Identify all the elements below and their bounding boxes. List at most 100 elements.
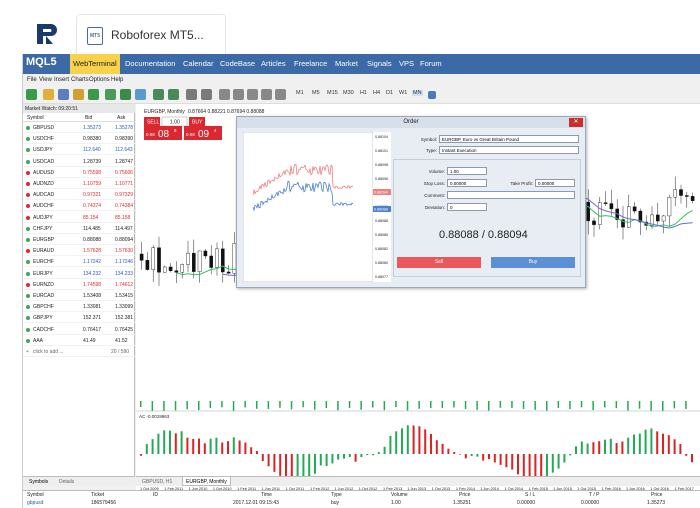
- market-watch-row[interactable]: USDCHF 0.98380 0.98390: [23, 134, 135, 145]
- profiles-icon[interactable]: [43, 89, 54, 100]
- trade-col-price-current[interactable]: Price: [651, 492, 662, 498]
- ac-bar: [360, 454, 363, 458]
- trendline-icon[interactable]: [247, 89, 258, 100]
- nav-market[interactable]: Market: [335, 54, 358, 74]
- nav-freelance[interactable]: Freelance: [294, 54, 327, 74]
- market-watch-row[interactable]: AAA 41.49 41.52: [23, 336, 135, 346]
- market-watch-row[interactable]: EURGBP 0.88088 0.88094: [23, 235, 135, 245]
- browser-tab[interactable]: MT5 Roboforex MT5...: [76, 14, 226, 54]
- market-watch-row[interactable]: USDJPY 112.640 112.643: [23, 145, 135, 156]
- tf-mn[interactable]: MN: [412, 90, 423, 96]
- nav-calendar[interactable]: Calendar: [183, 54, 213, 74]
- data-window-icon[interactable]: [88, 89, 99, 100]
- type-select[interactable]: Instant Execution: [439, 146, 579, 154]
- col-bid[interactable]: Bid: [85, 115, 92, 121]
- trade-col-id[interactable]: ID: [153, 492, 158, 498]
- trade-col-symbol[interactable]: Symbol: [27, 492, 44, 498]
- chart-tab-eurgbp[interactable]: EURGBP, Monthly: [182, 477, 231, 486]
- trade-col-volume[interactable]: Volume: [391, 492, 408, 498]
- market-watch-row[interactable]: EURCAD 1.53408 1.53415: [23, 291, 135, 301]
- tf-m15[interactable]: M15: [327, 90, 338, 96]
- zoom-out-icon[interactable]: [168, 89, 179, 100]
- zoom-in-icon[interactable]: [153, 89, 164, 100]
- tab-symbols[interactable]: Symbols: [29, 479, 48, 485]
- navigator-icon[interactable]: [73, 89, 84, 100]
- mql5-logo[interactable]: MQL5: [26, 56, 57, 68]
- market-watch-row[interactable]: USDCAD 1.28739 1.28747: [23, 157, 135, 167]
- market-watch-row[interactable]: GBPJPY 152.371 152.381: [23, 313, 135, 324]
- nav-documentation[interactable]: Documentation: [125, 54, 175, 74]
- take-profit-field[interactable]: 0.00000: [535, 179, 575, 187]
- deviation-field[interactable]: 0: [447, 203, 487, 211]
- order-buy-button[interactable]: Buy: [491, 257, 575, 268]
- vertical-line-icon[interactable]: [219, 89, 230, 100]
- nav-articles[interactable]: Articles: [261, 54, 286, 74]
- comment-field[interactable]: [447, 191, 575, 199]
- volume-spike: [441, 401, 444, 409]
- tf-h4[interactable]: H4: [373, 90, 380, 96]
- new-chart-icon[interactable]: [26, 89, 37, 100]
- trade-col-tp[interactable]: T / P: [589, 492, 599, 498]
- tab-details[interactable]: Details: [59, 479, 74, 485]
- symbol-select[interactable]: EURGBP, Euro vs Great Britain Pound: [439, 135, 579, 143]
- market-watch-row[interactable]: GBPCHF 1.33081 1.33099: [23, 302, 135, 313]
- crosshair-icon[interactable]: [201, 89, 212, 100]
- market-watch-row[interactable]: GBPUSD 1.35273 1.35278: [23, 123, 135, 133]
- text-icon[interactable]: [261, 89, 272, 100]
- market-watch-row[interactable]: AUDCHF 0.74374 0.74384: [23, 201, 135, 212]
- chart-tab-gbpusd[interactable]: GBPUSD, H1: [142, 479, 172, 485]
- market-watch-row[interactable]: CHFJPY 114.485 114.497: [23, 224, 135, 234]
- nav-vps[interactable]: VPS: [399, 54, 414, 74]
- market-watch-row[interactable]: EURCHF 1.17242 1.17246: [23, 257, 135, 268]
- market-watch-ask: 0.97329: [115, 192, 134, 199]
- trade-col-type[interactable]: Type: [331, 492, 342, 498]
- market-watch-row[interactable]: EURJPY 134.232 134.233: [23, 269, 135, 279]
- order-sell-button[interactable]: Sell: [397, 257, 481, 268]
- market-watch-symbol: EURCHF: [33, 259, 54, 266]
- trade-col-ticket[interactable]: Ticket: [91, 492, 104, 498]
- col-symbol[interactable]: Symbol: [27, 115, 44, 121]
- market-watch-row[interactable]: CADCHF 0.76417 0.76425: [23, 325, 135, 335]
- menu-help[interactable]: Help: [111, 77, 123, 83]
- line-chart-icon[interactable]: [135, 89, 146, 100]
- market-watch-icon[interactable]: [58, 89, 69, 100]
- candlestick-icon[interactable]: [120, 89, 131, 100]
- tf-m5[interactable]: M5: [312, 90, 320, 96]
- trade-symbol[interactable]: gbpusd: [27, 500, 43, 506]
- stop-loss-field[interactable]: 0.00000: [447, 179, 487, 187]
- trade-col-time[interactable]: Time: [261, 492, 272, 498]
- tf-w1[interactable]: W1: [399, 90, 407, 96]
- tf-m30[interactable]: M30: [343, 90, 354, 96]
- horizontal-line-icon[interactable]: [233, 89, 244, 100]
- col-ask[interactable]: Ask: [117, 115, 125, 121]
- tf-d1[interactable]: D1: [386, 90, 393, 96]
- menu-view[interactable]: View: [39, 77, 52, 83]
- market-watch-row[interactable]: EURAUD 1.57628 1.57630: [23, 246, 135, 257]
- menu-options[interactable]: Options: [89, 77, 110, 83]
- tf-h1[interactable]: H1: [360, 90, 367, 96]
- bar-chart-icon[interactable]: [105, 89, 116, 100]
- menu-charts[interactable]: Charts: [71, 77, 89, 83]
- market-watch-row[interactable]: AUDUSD 0.75598 0.75606: [23, 168, 135, 178]
- market-watch-row[interactable]: AUDNZD 1.10759 1.10771: [23, 179, 135, 189]
- market-watch-bid: 1.57628: [83, 248, 102, 255]
- trade-col-price[interactable]: Price: [459, 492, 470, 498]
- market-watch-row[interactable]: EURNZD 1.74598 1.74612: [23, 280, 135, 290]
- add-symbol-row[interactable]: + click to add ... 20 / 590: [23, 347, 135, 357]
- nav-codebase[interactable]: CodeBase: [220, 54, 255, 74]
- tf-m1[interactable]: M1: [296, 90, 304, 96]
- menu-insert[interactable]: Insert: [54, 77, 69, 83]
- arrow-icon[interactable]: [275, 89, 286, 100]
- market-watch-row[interactable]: AUDJPY 85.154 85.158: [23, 213, 135, 223]
- ac-bar: [250, 447, 253, 454]
- nav-forum[interactable]: Forum: [420, 54, 442, 74]
- tile-windows-icon[interactable]: [428, 91, 436, 99]
- nav-signals[interactable]: Signals: [367, 54, 392, 74]
- nav-webterminal[interactable]: WebTerminal: [70, 54, 120, 74]
- volume-field[interactable]: 1.00: [447, 167, 487, 175]
- menu-file[interactable]: File: [27, 77, 37, 83]
- close-icon[interactable]: ✕: [569, 118, 583, 127]
- trade-col-sl[interactable]: S / L: [525, 492, 535, 498]
- cursor-icon[interactable]: [186, 89, 197, 100]
- market-watch-row[interactable]: AUDCAD 0.97321 0.97329: [23, 190, 135, 201]
